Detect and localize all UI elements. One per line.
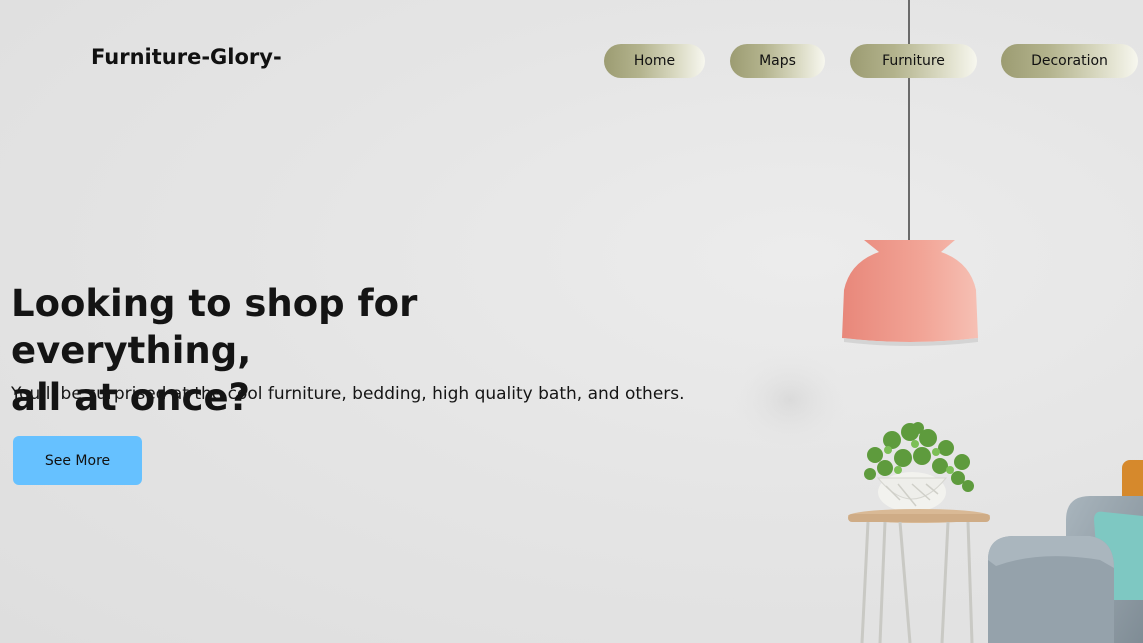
- nav-home-button[interactable]: Home: [604, 44, 705, 78]
- sofa-icon: [988, 460, 1143, 643]
- potted-plant-icon: [864, 422, 974, 512]
- hero-title-line-1: Looking to shop for everything,: [11, 282, 418, 372]
- nav-decoration-button[interactable]: Decoration: [1001, 44, 1138, 78]
- see-more-button[interactable]: See More: [13, 436, 142, 485]
- nav-furniture-button[interactable]: Furniture: [850, 44, 977, 78]
- side-table-icon: [848, 509, 990, 643]
- brand-logo-text[interactable]: Furniture-Glory-: [91, 45, 282, 69]
- nav-maps-button[interactable]: Maps: [730, 44, 825, 78]
- hero-subtitle: You’ll be surprised at the cool furnitur…: [11, 384, 685, 404]
- wall-shadow: [730, 350, 850, 450]
